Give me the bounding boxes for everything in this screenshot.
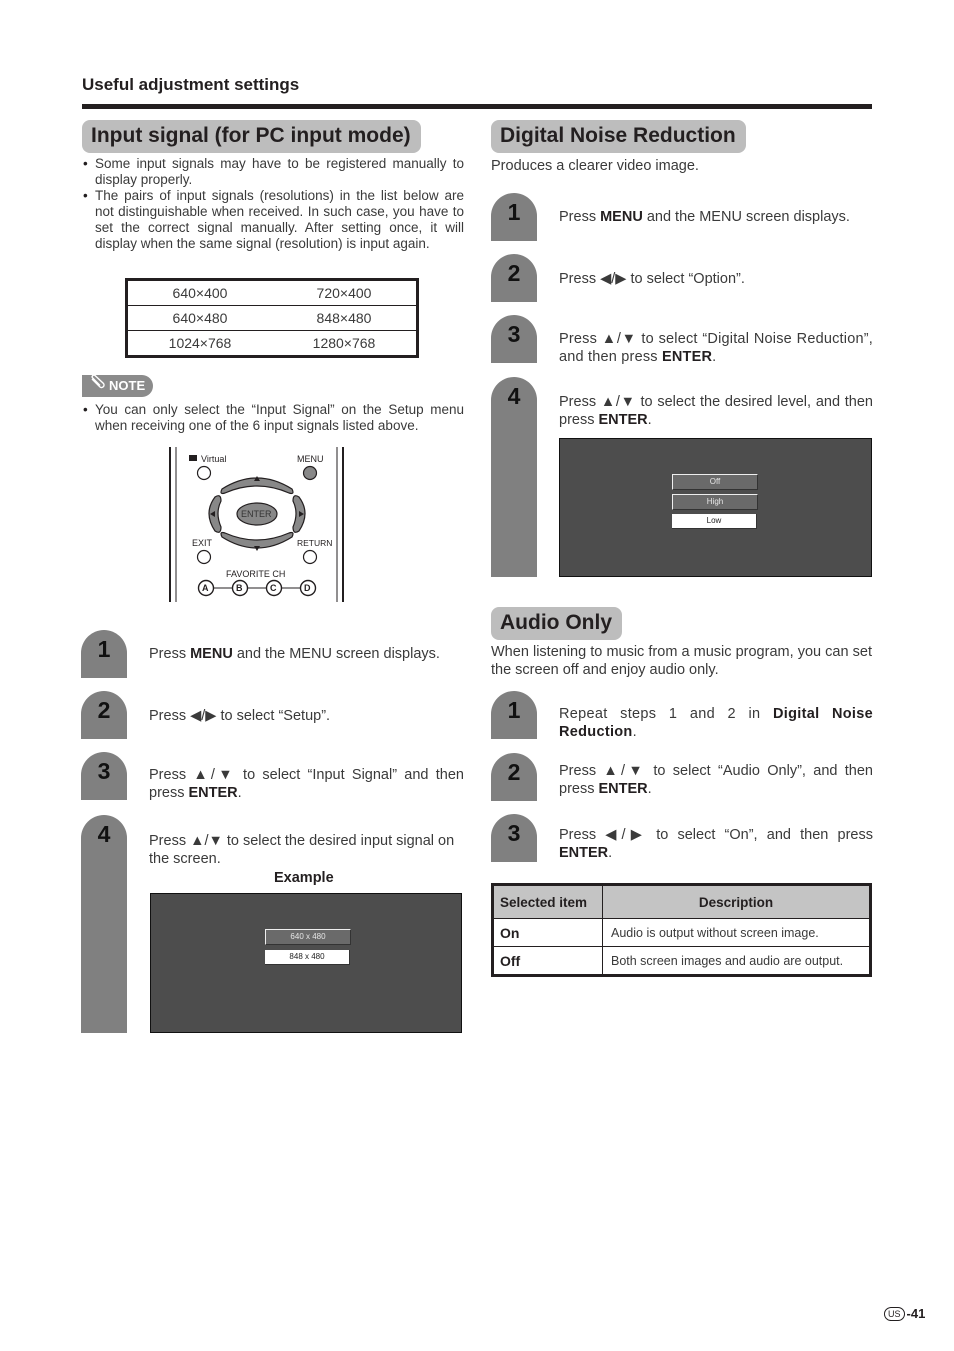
us-region-badge: US bbox=[884, 1306, 905, 1321]
audio-step-3-tab: 3 bbox=[491, 814, 537, 862]
fav-d-label: D bbox=[304, 583, 311, 593]
section-header: Useful adjustment settings bbox=[82, 75, 300, 94]
note-badge: NOTE bbox=[82, 373, 154, 398]
page-footer: US -41 bbox=[884, 1306, 925, 1321]
header-rule bbox=[82, 104, 872, 109]
fav-a-label: A bbox=[202, 583, 209, 593]
dnr-intro: Produces a clearer video image. bbox=[491, 158, 699, 174]
menu-option-640x480[interactable]: 640 x 480 bbox=[265, 929, 351, 945]
step-number: 4 bbox=[97, 821, 111, 847]
table-cell: 1280×768 bbox=[272, 330, 418, 357]
fav-c-label: C bbox=[270, 583, 277, 593]
bullet-item: The pairs of input signals (resolutions)… bbox=[82, 188, 464, 252]
table-cell: 640×400 bbox=[172, 285, 228, 301]
description-cell: Audio is output without screen image. bbox=[602, 918, 871, 947]
enter-button-label: ENTER bbox=[241, 509, 272, 519]
dnr-step-1-text: Press MENU and the MENU screen displays. bbox=[559, 209, 850, 225]
menu-button-label: MENU bbox=[297, 454, 324, 464]
return-button-label: RETURN bbox=[297, 538, 333, 548]
table-header-row: Selected item Description bbox=[492, 884, 871, 919]
note-label: NOTE bbox=[109, 378, 146, 393]
dnr-step-4-tab: 4 bbox=[491, 377, 537, 577]
audio-step-2-tab: 2 bbox=[491, 753, 537, 801]
table-row: 1024×768 1280×768 bbox=[126, 330, 418, 357]
menu-option-high[interactable]: High bbox=[672, 494, 758, 510]
step-1-text: Press MENU and the MENU screen displays. bbox=[149, 646, 440, 662]
step-number: 1 bbox=[507, 697, 521, 723]
paperclip-icon bbox=[88, 373, 106, 398]
audio-step-2-text: Press ▲/▼ to select “Audio Only”, and th… bbox=[559, 763, 873, 797]
step-number: 2 bbox=[507, 260, 521, 286]
step-number: 1 bbox=[507, 199, 521, 225]
remote-illustration: Virtual MENU ENTER EXIT RETURN FAVORITE … bbox=[167, 447, 347, 602]
step-3-tab: 3 bbox=[81, 752, 127, 800]
page-number: -41 bbox=[906, 1306, 926, 1321]
header-description: Description bbox=[602, 884, 871, 919]
resolution-table: 640×400 720×400 640×480 848×480 1024×768… bbox=[125, 278, 419, 358]
input-signal-title: Input signal (for PC input mode) bbox=[82, 120, 421, 153]
table-cell: 640×480 bbox=[126, 305, 272, 331]
note-bullets: You can only select the “Input Signal” o… bbox=[82, 402, 464, 434]
dnr-step-2-tab: 2 bbox=[491, 254, 537, 302]
input-signal-bullets: Some input signals may have to be regist… bbox=[82, 156, 464, 252]
table-row: Off Both screen images and audio are out… bbox=[492, 946, 871, 976]
table-row: 640×400 720×400 bbox=[127, 280, 418, 306]
table-cell: 720×400 bbox=[316, 285, 372, 301]
step-2-text: Press ◀/▶ to select “Setup”. bbox=[149, 708, 331, 724]
note-text: You can only select the “Input Signal” o… bbox=[82, 402, 464, 434]
exit-button-label: EXIT bbox=[192, 538, 213, 548]
audio-only-intro: When listening to music from a music pro… bbox=[491, 644, 872, 678]
item-cell: Off bbox=[492, 946, 603, 976]
step-number: 3 bbox=[507, 321, 521, 347]
item-cell: On bbox=[492, 918, 603, 947]
menu-option-off[interactable]: Off bbox=[672, 474, 758, 490]
step-4-text: Press ▲/▼ to select the desired input si… bbox=[149, 833, 455, 867]
audio-step-1-tab: 1 bbox=[491, 691, 537, 739]
step-number: 3 bbox=[507, 820, 521, 846]
audio-only-table: Selected item Description On Audio is ou… bbox=[491, 883, 872, 977]
dnr-screen: Off High Low bbox=[559, 438, 872, 577]
menu-option-low-selected[interactable]: Low bbox=[672, 514, 757, 529]
dnr-step-2-text: Press ◀/▶ to select “Option”. bbox=[559, 271, 745, 287]
header-selected-item: Selected item bbox=[492, 884, 603, 919]
dnr-step-3-text: Press ▲/▼ to select “Digital Noise Reduc… bbox=[559, 331, 873, 365]
step-number: 3 bbox=[97, 758, 111, 784]
favorite-ch-label: FAVORITE CH bbox=[226, 569, 286, 579]
step-3-text: Press ▲/▼ to select “Input Signal” and t… bbox=[149, 767, 464, 801]
step-4-tab: 4 bbox=[81, 815, 127, 1033]
audio-only-title: Audio Only bbox=[491, 607, 622, 640]
step-number: 2 bbox=[507, 759, 521, 785]
table-cell: 1024×768 bbox=[126, 330, 272, 357]
virtual-label: Virtual bbox=[201, 454, 227, 464]
step-1-tab: 1 bbox=[81, 630, 127, 678]
table-cell: 848×480 bbox=[272, 305, 418, 331]
audio-step-3-text: Press ◀/▶ to select “On”, and then press… bbox=[559, 827, 873, 861]
step-number: 1 bbox=[97, 636, 111, 662]
table-row: 640×480 848×480 bbox=[126, 305, 418, 331]
table-row: On Audio is output without screen image. bbox=[492, 918, 871, 947]
example-label: Example bbox=[274, 870, 334, 886]
dnr-step-3-tab: 3 bbox=[491, 315, 537, 363]
audio-step-1-text: Repeat steps 1 and 2 in Digital Noise Re… bbox=[559, 706, 873, 740]
dnr-step-1-tab: 1 bbox=[491, 193, 537, 241]
dnr-step-4-text: Press ▲/▼ to select the desired level, a… bbox=[559, 394, 873, 428]
description-cell: Both screen images and audio are output. bbox=[611, 953, 844, 968]
step-number: 4 bbox=[507, 383, 521, 409]
dnr-title: Digital Noise Reduction bbox=[491, 120, 746, 153]
bullet-item: Some input signals may have to be regist… bbox=[82, 156, 464, 188]
step-2-tab: 2 bbox=[81, 691, 127, 739]
input-signal-screen: 640 x 480 848 x 480 bbox=[150, 893, 462, 1033]
step-number: 2 bbox=[97, 697, 111, 723]
menu-option-848x480-selected[interactable]: 848 x 480 bbox=[265, 950, 350, 965]
fav-b-label: B bbox=[236, 583, 243, 593]
